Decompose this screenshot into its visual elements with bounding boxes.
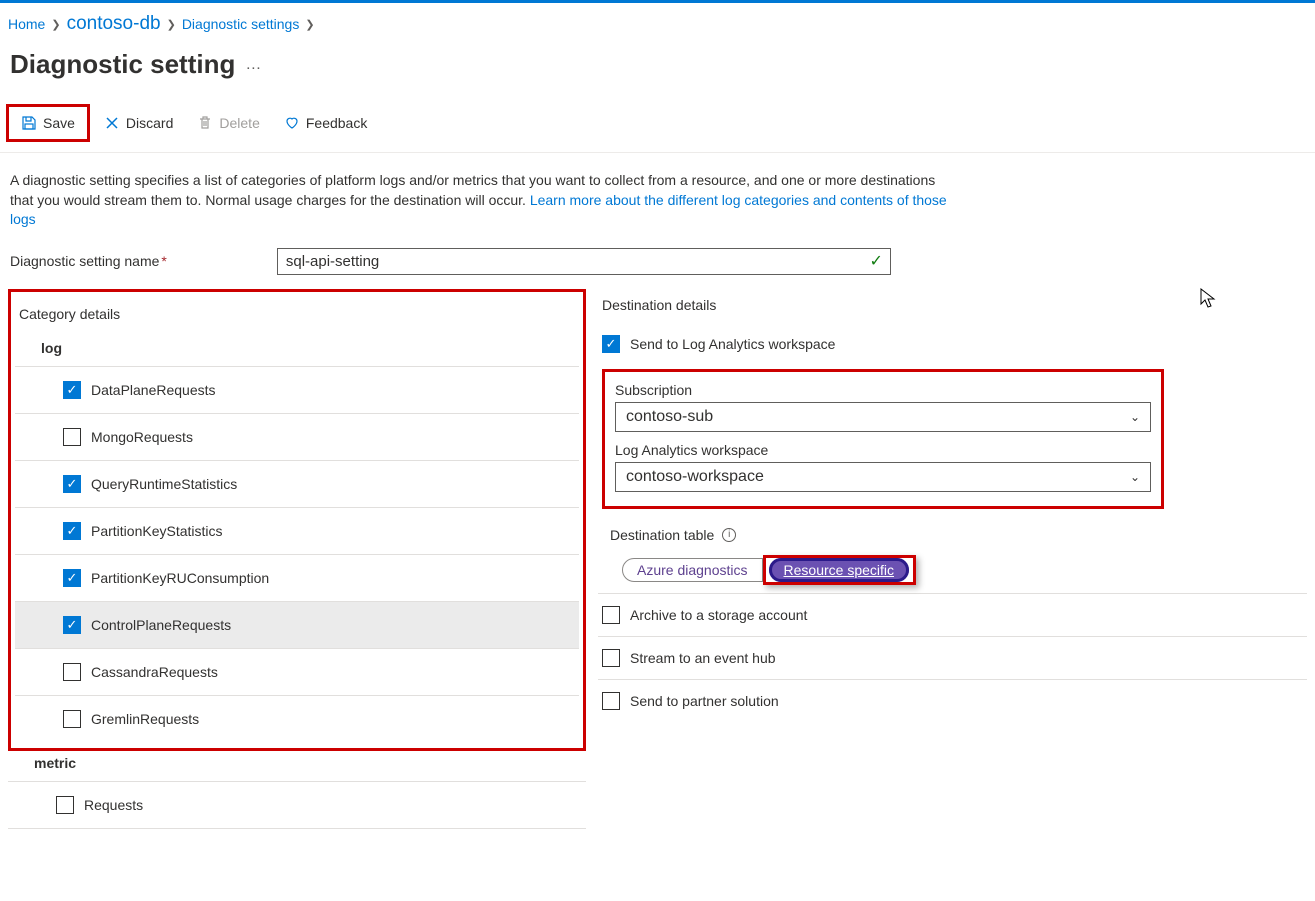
log-gremlinrequests-row[interactable]: GremlinRequests [15,696,579,742]
discard-label: Discard [126,115,173,131]
toolbar: Save Discard Delete Feedback [0,104,1315,153]
log-label: MongoRequests [91,429,193,445]
log-controlplanerequests-row[interactable]: ControlPlaneRequests [15,602,579,649]
checkbox-send-la[interactable] [602,335,620,353]
checkbox-partner[interactable] [602,692,620,710]
checkbox-queryruntimestatistics[interactable] [63,475,81,493]
required-star: * [161,253,166,269]
checkbox-requests[interactable] [56,796,74,814]
breadcrumb: Home ❯ contoso-db ❯ Diagnostic settings … [0,3,1315,41]
archive-storage-row[interactable]: Archive to a storage account [598,594,1307,637]
destination-details-heading: Destination details [598,289,1307,323]
checkbox-eventhub[interactable] [602,649,620,667]
category-details-heading: Category details [15,298,579,332]
discard-button[interactable]: Discard [94,109,183,137]
highlight-workspace-box: Subscription contoso-sub ⌄ Log Analytics… [602,369,1164,509]
setting-name-input[interactable] [277,248,891,275]
highlight-save-box: Save [6,104,90,142]
setting-name-label-text: Diagnostic setting name [10,253,159,269]
log-label: PartitionKeyRUConsumption [91,570,269,586]
log-label: GremlinRequests [91,711,199,727]
page-title: Diagnostic setting [10,49,235,80]
send-to-log-analytics-row[interactable]: Send to Log Analytics workspace [598,323,1307,365]
breadcrumb-home[interactable]: Home [8,16,45,32]
workspace-label: Log Analytics workspace [615,442,1151,458]
checkbox-controlplanerequests[interactable] [63,616,81,634]
destination-table-row: Destination table i Azure diagnostics Re… [598,519,1307,594]
delete-label: Delete [219,115,259,131]
feedback-label: Feedback [306,115,367,131]
save-label: Save [43,115,75,131]
log-label: QueryRuntimeStatistics [91,476,237,492]
delete-button: Delete [187,109,269,137]
toggle-azure-diagnostics[interactable]: Azure diagnostics [622,558,763,582]
breadcrumb-diagnostic-settings[interactable]: Diagnostic settings [182,16,300,32]
partner-label: Send to partner solution [630,693,779,709]
log-dataplanerequests-row[interactable]: DataPlaneRequests [15,367,579,414]
description: A diagnostic setting specifies a list of… [0,153,960,244]
highlight-category-box: Category details log DataPlaneRequests M… [8,289,586,751]
metric-label: Requests [84,797,143,813]
subscription-value: contoso-sub [626,408,713,426]
save-button[interactable]: Save [11,109,85,137]
send-la-label: Send to Log Analytics workspace [630,336,835,352]
destination-table-label: Destination table [610,527,714,543]
trash-icon [197,115,213,131]
subscription-dropdown[interactable]: contoso-sub ⌄ [615,402,1151,432]
partner-solution-row[interactable]: Send to partner solution [598,680,1307,722]
metric-heading: metric [8,751,586,782]
checkbox-partitionkeystatistics[interactable] [63,522,81,540]
chevron-down-icon: ⌄ [1130,470,1140,484]
setting-name-label: Diagnostic setting name* [10,253,167,269]
breadcrumb-db[interactable]: contoso-db [67,13,161,35]
subscription-label: Subscription [615,382,1151,398]
log-cassandrarequests-row[interactable]: CassandraRequests [15,649,579,696]
toggle-resource-specific[interactable]: Resource specific [769,558,910,582]
log-partitionkeyruconsumption-row[interactable]: PartitionKeyRUConsumption [15,555,579,602]
checkbox-partitionkeyruconsumption[interactable] [63,569,81,587]
workspace-dropdown[interactable]: contoso-workspace ⌄ [615,462,1151,492]
log-heading: log [15,332,579,367]
save-icon [21,115,37,131]
checkbox-gremlinrequests[interactable] [63,710,81,728]
chevron-right-icon: ❯ [51,18,60,31]
log-label: DataPlaneRequests [91,382,216,398]
checkbox-cassandrarequests[interactable] [63,663,81,681]
checkbox-mongorequests[interactable] [63,428,81,446]
highlight-resource-specific-box: Resource specific [763,555,917,585]
archive-label: Archive to a storage account [630,607,807,623]
chevron-right-icon: ❯ [305,18,314,31]
log-queryruntimestatistics-row[interactable]: QueryRuntimeStatistics [15,461,579,508]
valid-check-icon: ✓ [869,251,882,271]
more-actions-button[interactable]: … [245,56,263,74]
chevron-down-icon: ⌄ [1130,410,1140,424]
stream-eventhub-row[interactable]: Stream to an event hub [598,637,1307,680]
log-label: PartitionKeyStatistics [91,523,223,539]
log-mongorequests-row[interactable]: MongoRequests [15,414,579,461]
workspace-value: contoso-workspace [626,468,764,486]
page-header: Diagnostic setting … [0,41,1315,104]
metric-requests-row[interactable]: Requests [8,782,586,829]
feedback-button[interactable]: Feedback [274,109,377,137]
log-label: CassandraRequests [91,664,218,680]
chevron-right-icon: ❯ [167,18,176,31]
checkbox-dataplanerequests[interactable] [63,381,81,399]
checkbox-archive[interactable] [602,606,620,624]
log-partitionkeystatistics-row[interactable]: PartitionKeyStatistics [15,508,579,555]
log-label: ControlPlaneRequests [91,617,231,633]
heart-icon [284,115,300,131]
destination-table-toggle: Azure diagnostics Resource specific [622,555,916,585]
close-icon [104,115,120,131]
info-icon[interactable]: i [722,528,736,542]
eventhub-label: Stream to an event hub [630,650,776,666]
setting-name-row: Diagnostic setting name* ✓ [0,244,1315,289]
